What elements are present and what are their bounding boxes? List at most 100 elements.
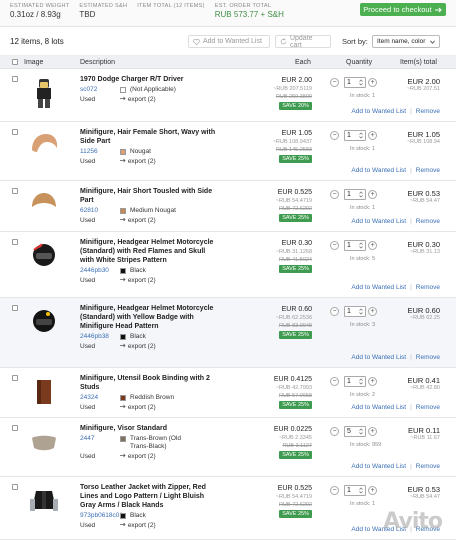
- item-number-link[interactable]: 973pb0618c01: [80, 512, 123, 519]
- item-name[interactable]: 1970 Dodge Charger R/T Driver: [80, 75, 220, 84]
- quantity-input[interactable]: 1: [344, 189, 366, 200]
- item-image[interactable]: [26, 424, 62, 460]
- row-checkbox[interactable]: [12, 484, 18, 490]
- row-checkbox[interactable]: [12, 375, 18, 381]
- item-name[interactable]: Minifigure, Visor Standard: [80, 424, 220, 433]
- item-name[interactable]: Minifigure, Hair Short Tousled with Side…: [80, 187, 220, 205]
- remove-link[interactable]: Remove: [416, 108, 440, 115]
- quantity-increase-button[interactable]: +: [368, 377, 377, 386]
- original-price: RUB 83.0048: [278, 323, 312, 329]
- proceed-to-checkout-button[interactable]: Proceed to checkout: [360, 3, 446, 16]
- remove-link[interactable]: Remove: [416, 167, 440, 174]
- remove-link[interactable]: Remove: [416, 218, 440, 225]
- row-actions: Add to Wanted List | Remove: [351, 108, 440, 115]
- export-info: export (2): [120, 277, 156, 284]
- item-total-price: EUR 2.00: [407, 77, 440, 86]
- quantity-increase-button[interactable]: +: [368, 131, 377, 140]
- each-price-rub: ~RUB 42.7993: [275, 385, 312, 391]
- row-checkbox[interactable]: [12, 188, 18, 194]
- color-swatch: [120, 395, 126, 401]
- quantity-input[interactable]: 1: [344, 130, 366, 141]
- item-image[interactable]: [26, 483, 62, 519]
- remove-link[interactable]: Remove: [416, 354, 440, 361]
- each-price: EUR 0.60: [281, 306, 312, 313]
- add-to-wanted-list-button[interactable]: Add to Wanted List: [188, 35, 270, 48]
- row-checkbox[interactable]: [12, 129, 18, 135]
- add-to-wanted-list-link[interactable]: Add to Wanted List: [351, 404, 406, 411]
- item-image[interactable]: [26, 238, 62, 274]
- item-number-link[interactable]: sc072: [80, 86, 97, 93]
- row-checkbox[interactable]: [12, 425, 18, 431]
- quantity-decrease-button[interactable]: −: [330, 427, 339, 436]
- remove-link[interactable]: Remove: [416, 404, 440, 411]
- row-checkbox[interactable]: [12, 305, 18, 311]
- add-to-wanted-list-link[interactable]: Add to Wanted List: [351, 284, 406, 291]
- item-number-link[interactable]: 62810: [80, 207, 98, 214]
- quantity-input[interactable]: 5: [344, 426, 366, 437]
- item-image[interactable]: [26, 187, 62, 223]
- item-name[interactable]: Minifigure, Headgear Helmet Motorcycle (…: [80, 304, 220, 331]
- export-icon: [120, 277, 126, 282]
- row-actions: Add to Wanted List | Remove: [351, 167, 440, 174]
- chevron-down-icon: [430, 39, 435, 44]
- item-color: Reddish Brown: [130, 394, 175, 401]
- add-to-wanted-list-link[interactable]: Add to Wanted List: [351, 167, 406, 174]
- item-number-link[interactable]: 2447: [80, 435, 94, 442]
- item-name[interactable]: Minifigure, Hair Female Short, Wavy with…: [80, 128, 220, 146]
- export-icon: [120, 453, 126, 458]
- quantity-decrease-button[interactable]: −: [330, 486, 339, 495]
- quantity-increase-button[interactable]: +: [368, 78, 377, 87]
- update-cart-button[interactable]: Update cart: [275, 35, 331, 49]
- item-number-link[interactable]: 2446pb38: [80, 333, 109, 340]
- quantity-decrease-button[interactable]: −: [330, 190, 339, 199]
- remove-link[interactable]: Remove: [416, 284, 440, 291]
- add-to-wanted-list-link[interactable]: Add to Wanted List: [351, 218, 406, 225]
- quantity-input[interactable]: 1: [344, 77, 366, 88]
- quantity-increase-button[interactable]: +: [368, 307, 377, 316]
- item-total-price: EUR 0.41: [407, 376, 440, 385]
- item-number-link[interactable]: 24324: [80, 394, 98, 401]
- item-condition: Used: [80, 522, 96, 529]
- quantity-decrease-button[interactable]: −: [330, 241, 339, 250]
- remove-link[interactable]: Remove: [416, 463, 440, 470]
- item-name[interactable]: Torso Leather Jacket with Zipper, Red Li…: [80, 483, 220, 510]
- table-row: Minifigure, Headgear Helmet Motorcycle (…: [0, 232, 456, 298]
- row-checkbox[interactable]: [12, 239, 18, 245]
- export-info: export (2): [120, 217, 156, 224]
- item-name[interactable]: Minifigure, Utensil Book Binding with 2 …: [80, 374, 220, 392]
- quantity-decrease-button[interactable]: −: [330, 307, 339, 316]
- item-number-link[interactable]: 11256: [80, 148, 98, 155]
- quantity-increase-button[interactable]: +: [368, 486, 377, 495]
- add-to-wanted-list-link[interactable]: Add to Wanted List: [351, 108, 406, 115]
- item-name[interactable]: Minifigure, Headgear Helmet Motorcycle (…: [80, 238, 220, 265]
- add-to-wanted-list-link[interactable]: Add to Wanted List: [351, 354, 406, 361]
- item-number-link[interactable]: 2446pb30: [80, 267, 109, 274]
- each-price-rub: ~RUB 31.1268: [275, 249, 312, 255]
- add-to-wanted-list-link[interactable]: Add to Wanted List: [351, 463, 406, 470]
- item-image[interactable]: [26, 128, 62, 164]
- updown-icon: [359, 191, 363, 198]
- quantity-input[interactable]: 1: [344, 240, 366, 251]
- original-price: RUB 57.0658: [278, 393, 312, 399]
- item-image[interactable]: [26, 374, 62, 410]
- quantity-decrease-button[interactable]: −: [330, 377, 339, 386]
- color-swatch: [120, 208, 126, 214]
- quantity-input[interactable]: 1: [344, 485, 366, 496]
- item-image[interactable]: [26, 304, 62, 340]
- quantity-decrease-button[interactable]: −: [330, 78, 339, 87]
- quantity-decrease-button[interactable]: −: [330, 131, 339, 140]
- quantity-input[interactable]: 1: [344, 306, 366, 317]
- select-all-checkbox[interactable]: [12, 59, 18, 65]
- item-total-price: EUR 0.53: [407, 485, 440, 494]
- item-total-rub: ~RUB 207.51: [406, 86, 440, 92]
- quantity-increase-button[interactable]: +: [368, 190, 377, 199]
- quantity-increase-button[interactable]: +: [368, 427, 377, 436]
- export-icon: [120, 96, 126, 101]
- item-image[interactable]: [26, 75, 62, 111]
- row-checkbox[interactable]: [12, 76, 18, 82]
- quantity-increase-button[interactable]: +: [368, 241, 377, 250]
- sort-select[interactable]: Item name, color: [372, 35, 440, 48]
- quantity-input[interactable]: 1: [344, 376, 366, 387]
- original-price: RUB 3.1127: [282, 443, 312, 449]
- each-price: EUR 0.525: [277, 189, 312, 196]
